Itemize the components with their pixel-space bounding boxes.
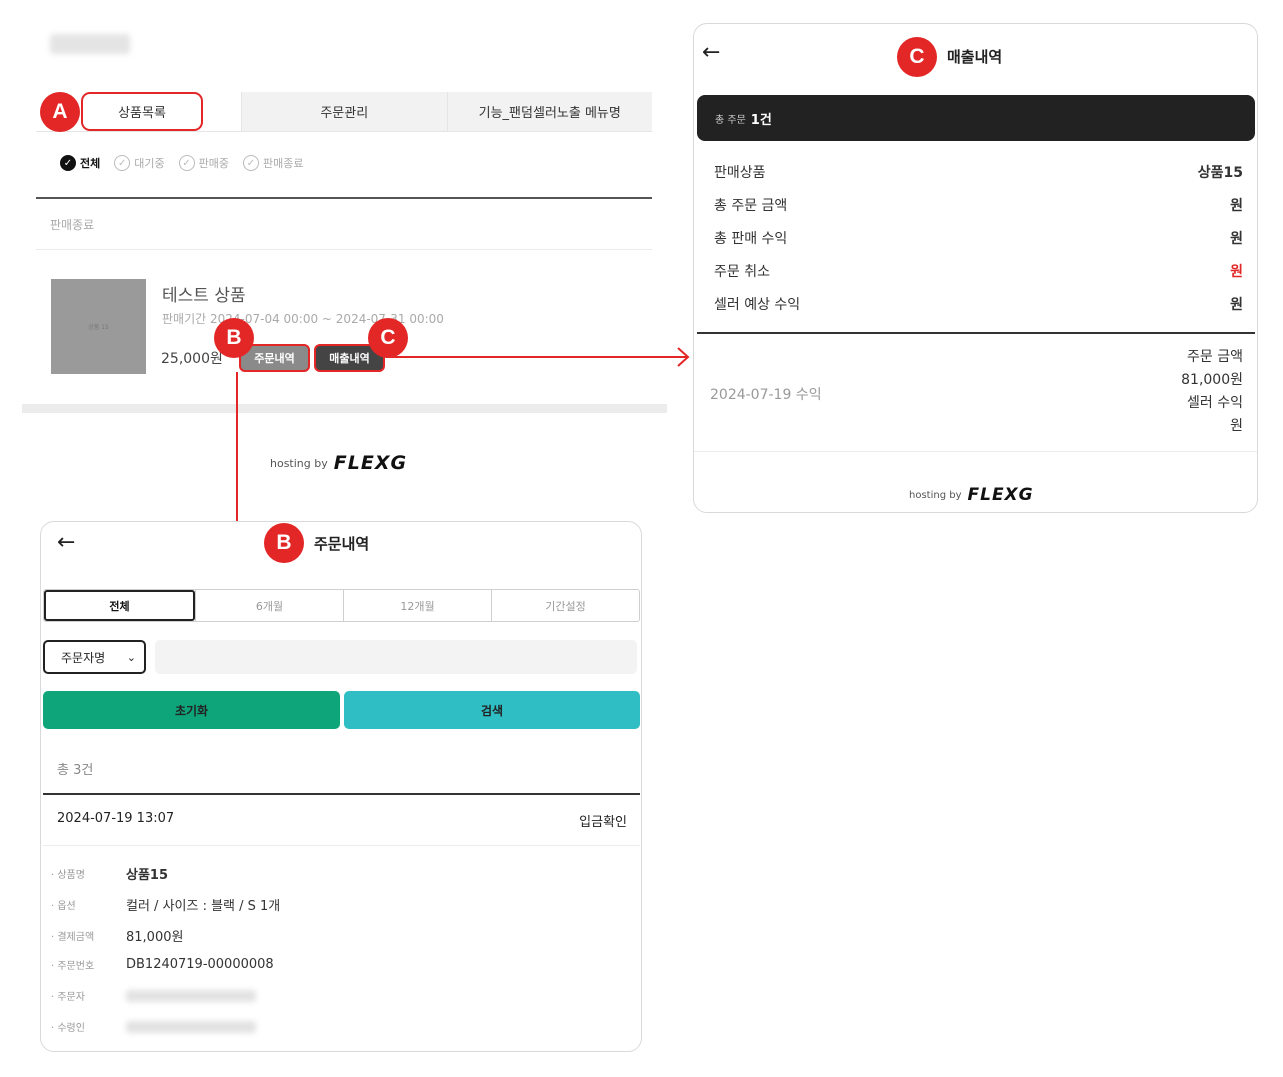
- revenue-line: 주문 금액: [1187, 349, 1243, 365]
- hosting-text: hosting by: [909, 489, 962, 501]
- back-arrow-icon[interactable]: ←: [702, 40, 720, 65]
- summary-value: 원: [1230, 297, 1243, 313]
- detail-value: 81,000원: [126, 930, 184, 945]
- hosting-credit: hosting by FLEXG: [909, 485, 1034, 505]
- order-detail-row: · 상품명 상품15: [51, 864, 168, 883]
- summary-row: 총 주문 금액 원: [714, 195, 1243, 215]
- summary-row: 판매상품 상품15: [714, 162, 1243, 182]
- order-detail-row: · 주문자: [51, 988, 256, 1003]
- order-detail-row: · 결제금액 81,000원: [51, 926, 183, 945]
- period-all[interactable]: 전체: [44, 590, 195, 621]
- blurred-recipient-info: [126, 1020, 256, 1033]
- order-date: 2024-07-19 13:07: [57, 811, 175, 826]
- period-6-months[interactable]: 6개월: [195, 590, 343, 621]
- revenue-line: 셀러 수익: [1187, 395, 1243, 411]
- detail-value: 상품15: [126, 868, 169, 883]
- flexg-logo: FLEXG: [967, 485, 1034, 505]
- divider: [694, 451, 1257, 452]
- order-status: 입금확인: [579, 815, 627, 830]
- back-arrow-icon[interactable]: ←: [57, 530, 75, 555]
- total-orders-count: 1건: [750, 112, 772, 128]
- detail-value: DB1240719-00000008: [126, 957, 274, 972]
- period-custom[interactable]: 기간설정: [491, 590, 639, 621]
- arrow-to-order-panel: [227, 372, 247, 540]
- search-type-select[interactable]: 주문자명 ⌄: [43, 640, 146, 674]
- divider: [697, 332, 1255, 334]
- detail-label: · 수령인: [51, 1023, 85, 1034]
- annotation-badge-b: B: [264, 523, 304, 563]
- divider: [43, 793, 640, 795]
- order-detail-row: · 주문번호 DB1240719-00000008: [51, 957, 274, 972]
- order-total: 총 3건: [57, 763, 94, 778]
- summary-value: 상품15: [1197, 165, 1243, 181]
- summary-row: 총 판매 수익 원: [714, 228, 1243, 248]
- arrow-to-sales-panel: [386, 347, 690, 367]
- detail-label: · 옵션: [51, 901, 76, 912]
- summary-value: 원: [1230, 231, 1243, 247]
- reset-button[interactable]: 초기화: [43, 691, 340, 729]
- summary-label: 판매상품: [714, 165, 766, 181]
- total-orders-bar: 총 주문 1건: [697, 95, 1255, 141]
- period-selector: 전체 6개월 12개월 기간설정: [43, 589, 640, 622]
- detail-label: · 상품명: [51, 870, 85, 881]
- panel-title: 주문내역: [314, 535, 370, 553]
- select-value: 주문자명: [61, 650, 106, 665]
- search-input[interactable]: [155, 640, 637, 674]
- summary-row: 주문 취소 원: [714, 261, 1243, 281]
- search-button[interactable]: 검색: [344, 691, 640, 729]
- summary-label: 총 주문 금액: [714, 198, 788, 214]
- total-orders-label: 총 주문: [715, 114, 746, 126]
- detail-label: · 주문자: [51, 992, 85, 1003]
- summary-label: 셀러 예상 수익: [714, 297, 801, 313]
- summary-value: 원: [1230, 264, 1243, 280]
- detail-label: · 결제금액: [51, 932, 95, 943]
- order-detail-row: · 옵션 컬러 / 사이즈 : 블랙 / S 1개: [51, 895, 280, 914]
- order-history-panel: ← B 주문내역 전체 6개월 12개월 기간설정 주문자명 ⌄ 초기화 검색 …: [40, 521, 642, 1052]
- revenue-line: 원: [1230, 418, 1243, 434]
- sales-history-panel: ← C 매출내역 총 주문 1건 판매상품 상품15 총 주문 금액 원 총 판…: [693, 23, 1258, 513]
- annotation-badge-c: C: [897, 37, 937, 77]
- chevron-down-icon: ⌄: [126, 650, 136, 664]
- order-detail-row: · 수령인: [51, 1019, 256, 1034]
- revenue-date: 2024-07-19 수익: [710, 387, 822, 403]
- summary-label: 총 판매 수익: [714, 231, 788, 247]
- summary-value: 원: [1230, 198, 1243, 214]
- panel-title: 매출내역: [947, 48, 1003, 66]
- blurred-orderer-info: [126, 989, 256, 1002]
- detail-label: · 주문번호: [51, 961, 95, 972]
- summary-label: 주문 취소: [714, 264, 770, 280]
- period-12-months[interactable]: 12개월: [343, 590, 491, 621]
- detail-value: 컬러 / 사이즈 : 블랙 / S 1개: [126, 899, 281, 914]
- revenue-detail: 주문 금액 81,000원 셀러 수익 원: [1181, 346, 1243, 438]
- revenue-line: 81,000원: [1181, 372, 1243, 388]
- summary-row: 셀러 예상 수익 원: [714, 294, 1243, 314]
- divider: [43, 845, 640, 846]
